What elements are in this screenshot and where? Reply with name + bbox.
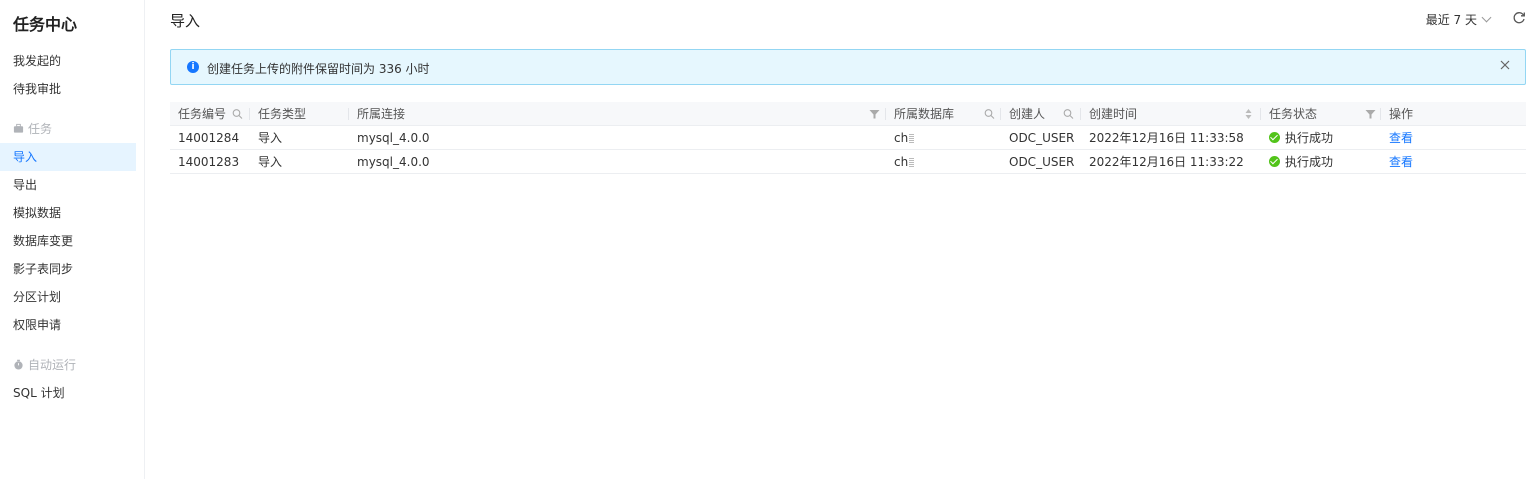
info-alert: i 创建任务上传的附件保留时间为 336 小时 <box>170 49 1526 85</box>
date-range-label: 最近 7 天 <box>1425 13 1477 27</box>
task-created-time: 2022年12月16日 11:33:22 <box>1089 155 1244 169</box>
page-title: 导入 <box>170 12 201 30</box>
column-header-id-label: 任务编号 <box>178 107 227 121</box>
task-database-value: ch <box>894 131 909 145</box>
sidebar-title: 任务中心 <box>13 15 78 34</box>
masked-text <box>909 158 915 167</box>
sort-icon[interactable] <box>1243 108 1254 120</box>
task-connection: mysql_4.0.0 <box>357 131 430 145</box>
task-database: ch <box>886 150 1001 174</box>
check-circle-icon <box>1269 156 1280 167</box>
filter-icon[interactable] <box>1365 108 1376 120</box>
main-content: 导入 最近 7 天 i 创建任务上传的附件保留时间为 336 小时 任务编号 任… <box>170 0 1526 479</box>
task-status: 执行成功 <box>1261 150 1381 174</box>
column-header-actions: 操作 <box>1389 107 1414 121</box>
sidebar-item-mock-data[interactable]: 模拟数据 <box>0 199 136 227</box>
table-row: 14001284 导入 mysql_4.0.0 ch ODC_USER 2022… <box>170 126 1526 150</box>
task-database: ch <box>886 126 1001 150</box>
check-circle-icon <box>1269 132 1280 143</box>
alert-message: 创建任务上传的附件保留时间为 336 小时 <box>207 62 430 76</box>
filter-icon[interactable] <box>869 108 880 120</box>
task-actions: 查看 <box>1381 126 1526 150</box>
column-header-created-time[interactable]: 创建时间 <box>1081 102 1261 126</box>
sidebar-item-export[interactable]: 导出 <box>0 171 136 199</box>
sidebar-item-sql-plan[interactable]: SQL 计划 <box>0 379 136 407</box>
sidebar-item-import[interactable]: 导入 <box>0 143 136 171</box>
sidebar-item-shadow-table[interactable]: 影子表同步 <box>0 255 136 283</box>
masked-text <box>909 134 915 143</box>
task-creator: ODC_USER <box>1009 155 1075 169</box>
sidebar-item-permission-request[interactable]: 权限申请 <box>0 311 136 339</box>
view-link[interactable]: 查看 <box>1389 155 1413 169</box>
task-id: 14001284 <box>178 131 240 145</box>
search-icon[interactable] <box>1063 108 1074 120</box>
task-created-time: 2022年12月16日 11:33:58 <box>1089 131 1244 145</box>
task-creator: ODC_USER <box>1009 131 1075 145</box>
task-type: 导入 <box>258 155 283 169</box>
task-database-value: ch <box>894 155 909 169</box>
sidebar-item-db-change[interactable]: 数据库变更 <box>0 227 136 255</box>
column-header-creator-label: 创建人 <box>1009 107 1046 121</box>
column-header-created-time-label: 创建时间 <box>1089 107 1138 121</box>
search-icon[interactable] <box>232 108 243 120</box>
chevron-down-icon <box>1481 12 1492 23</box>
column-header-database-label: 所属数据库 <box>894 107 955 121</box>
sidebar-item-my-initiated[interactable]: 我发起的 <box>0 47 136 75</box>
briefcase-icon <box>13 123 24 133</box>
sidebar-group-auto: 自动运行 <box>13 355 76 375</box>
close-icon[interactable] <box>1499 59 1511 71</box>
sidebar-item-partition-plan[interactable]: 分区计划 <box>0 283 136 311</box>
task-id: 14001283 <box>178 155 240 169</box>
view-link[interactable]: 查看 <box>1389 131 1413 145</box>
timer-icon <box>14 359 23 370</box>
task-status-label: 执行成功 <box>1285 155 1334 169</box>
search-icon[interactable] <box>984 108 995 120</box>
column-header-creator: 创建人 <box>1001 102 1081 126</box>
sidebar-group-auto-label: 自动运行 <box>28 358 77 372</box>
column-header-connection: 所属连接 <box>349 102 886 126</box>
date-range-select[interactable]: 最近 7 天 <box>1425 11 1492 28</box>
table-row: 14001283 导入 mysql_4.0.0 ch ODC_USER 2022… <box>170 150 1526 174</box>
info-icon: i <box>187 61 199 73</box>
column-header-status-label: 任务状态 <box>1269 107 1318 121</box>
column-header-connection-label: 所属连接 <box>357 107 406 121</box>
sidebar-item-pending-approval[interactable]: 待我审批 <box>0 75 136 103</box>
column-header-id: 任务编号 <box>170 102 250 126</box>
task-status-label: 执行成功 <box>1285 131 1334 145</box>
task-connection: mysql_4.0.0 <box>357 155 430 169</box>
sidebar: 任务中心 我发起的 待我审批 任务 导入 导出 模拟数据 数据库变更 影子表同步… <box>0 0 145 479</box>
column-header-status: 任务状态 <box>1261 102 1381 126</box>
table-header-row: 任务编号 任务类型 所属连接 所属数据库 创建人 创建时间 任务状态 操作 <box>170 102 1526 126</box>
column-header-type: 任务类型 <box>250 102 349 126</box>
refresh-icon[interactable] <box>1512 11 1526 25</box>
task-status: 执行成功 <box>1261 126 1381 150</box>
task-type: 导入 <box>258 131 283 145</box>
task-actions: 查看 <box>1381 150 1526 174</box>
sidebar-group-task: 任务 <box>13 119 52 139</box>
sidebar-group-task-label: 任务 <box>28 122 53 136</box>
column-header-database: 所属数据库 <box>886 102 1001 126</box>
